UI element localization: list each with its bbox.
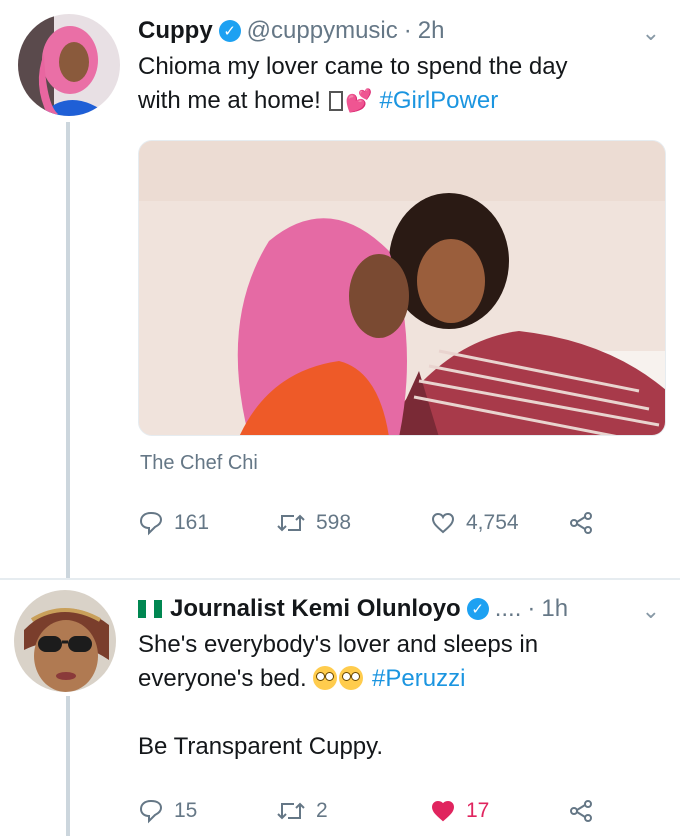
retweet-button[interactable]: 2 <box>276 798 430 824</box>
share-icon <box>570 800 592 822</box>
separator-dot: · <box>527 595 536 622</box>
tweet-text-fragment: everyone's bed. <box>138 665 314 692</box>
author-handle[interactable]: @cuppymusic <box>247 17 398 45</box>
reply-button[interactable]: 15 <box>138 798 276 824</box>
share-button[interactable] <box>568 798 604 824</box>
thread-line <box>66 122 70 580</box>
tweet-cuppy[interactable]: Cuppy ✓ @cuppymusic · 2h ⌄ Chioma my lov… <box>0 0 680 580</box>
chevron-down-icon[interactable]: ⌄ <box>642 598 660 624</box>
tweet-text-fragment: with me at home! <box>138 87 328 114</box>
author-name[interactable]: Journalist Kemi Olunloyo <box>170 595 461 623</box>
chevron-down-icon[interactable]: ⌄ <box>642 20 660 46</box>
tweet-body: Cuppy ✓ @cuppymusic · 2h ⌄ Chioma my lov… <box>138 14 660 118</box>
tweet-actions: 161 598 4,754 <box>138 510 604 536</box>
tweet-text-line: with me at home! 💕 #GirlPower <box>138 84 660 118</box>
like-button[interactable]: 4,754 <box>430 510 568 536</box>
tweet-header: Journalist Kemi Olunloyo ✓ .... · 1h ⌄ <box>138 592 660 626</box>
tweet-text: She's everybody's lover and sleeps in ev… <box>138 628 660 764</box>
eye-roll-emoji-icon <box>313 666 338 690</box>
separator-dot: · <box>403 17 412 44</box>
heart-icon <box>431 512 455 534</box>
tweet-body: Journalist Kemi Olunloyo ✓ .... · 1h ⌄ S… <box>138 592 660 764</box>
hashtag-link[interactable]: #GirlPower <box>380 87 499 114</box>
verified-badge-icon: ✓ <box>466 598 489 620</box>
hashtag-link[interactable]: #Peruzzi <box>372 665 465 692</box>
timestamp[interactable]: 1h <box>541 595 568 623</box>
retweet-count: 598 <box>316 511 352 534</box>
tweet-text: Chioma my lover came to spend the day wi… <box>138 50 660 118</box>
missing-glyph-icon <box>329 91 344 111</box>
reply-count: 161 <box>174 511 210 534</box>
avatar[interactable] <box>18 14 120 116</box>
photo-caption[interactable]: The Chef Chi <box>140 452 258 475</box>
two-hearts-icon: 💕 <box>345 88 373 113</box>
tweet-text-line: Be Transparent Cuppy. <box>138 733 384 760</box>
like-count: 4,754 <box>466 511 519 534</box>
retweet-icon <box>277 514 305 532</box>
retweet-icon <box>277 802 305 820</box>
tweet-text-line: She's everybody's lover and sleeps in <box>138 631 539 658</box>
reply-icon <box>139 511 163 536</box>
verified-badge-icon: ✓ <box>218 20 241 42</box>
share-button[interactable] <box>568 510 604 536</box>
reply-icon <box>139 799 163 824</box>
tweet-divider <box>0 578 680 580</box>
tweet-kemi[interactable]: Journalist Kemi Olunloyo ✓ .... · 1h ⌄ S… <box>0 582 680 836</box>
author-handle-truncated[interactable]: .... <box>495 595 522 623</box>
tweet-photo[interactable] <box>138 140 666 436</box>
tweet-actions: 15 2 17 <box>138 798 604 824</box>
retweet-count: 2 <box>316 799 328 822</box>
tweet-header: Cuppy ✓ @cuppymusic · 2h ⌄ <box>138 14 660 48</box>
reply-button[interactable]: 161 <box>138 510 276 536</box>
nigeria-flag-icon <box>138 600 162 618</box>
share-icon <box>570 512 592 534</box>
heart-filled-icon <box>431 800 455 822</box>
reply-count: 15 <box>174 799 198 822</box>
tweet-text-line: Chioma my lover came to spend the day <box>138 53 568 80</box>
eye-roll-emoji-icon <box>339 666 364 690</box>
avatar[interactable] <box>14 590 116 692</box>
author-name[interactable]: Cuppy <box>138 17 213 45</box>
tweet-text-line: everyone's bed. #Peruzzi <box>138 662 660 696</box>
thread-line <box>66 696 70 836</box>
timestamp[interactable]: 2h <box>418 17 445 45</box>
like-button[interactable]: 17 <box>430 798 568 824</box>
retweet-button[interactable]: 598 <box>276 510 430 536</box>
like-count: 17 <box>466 799 490 822</box>
